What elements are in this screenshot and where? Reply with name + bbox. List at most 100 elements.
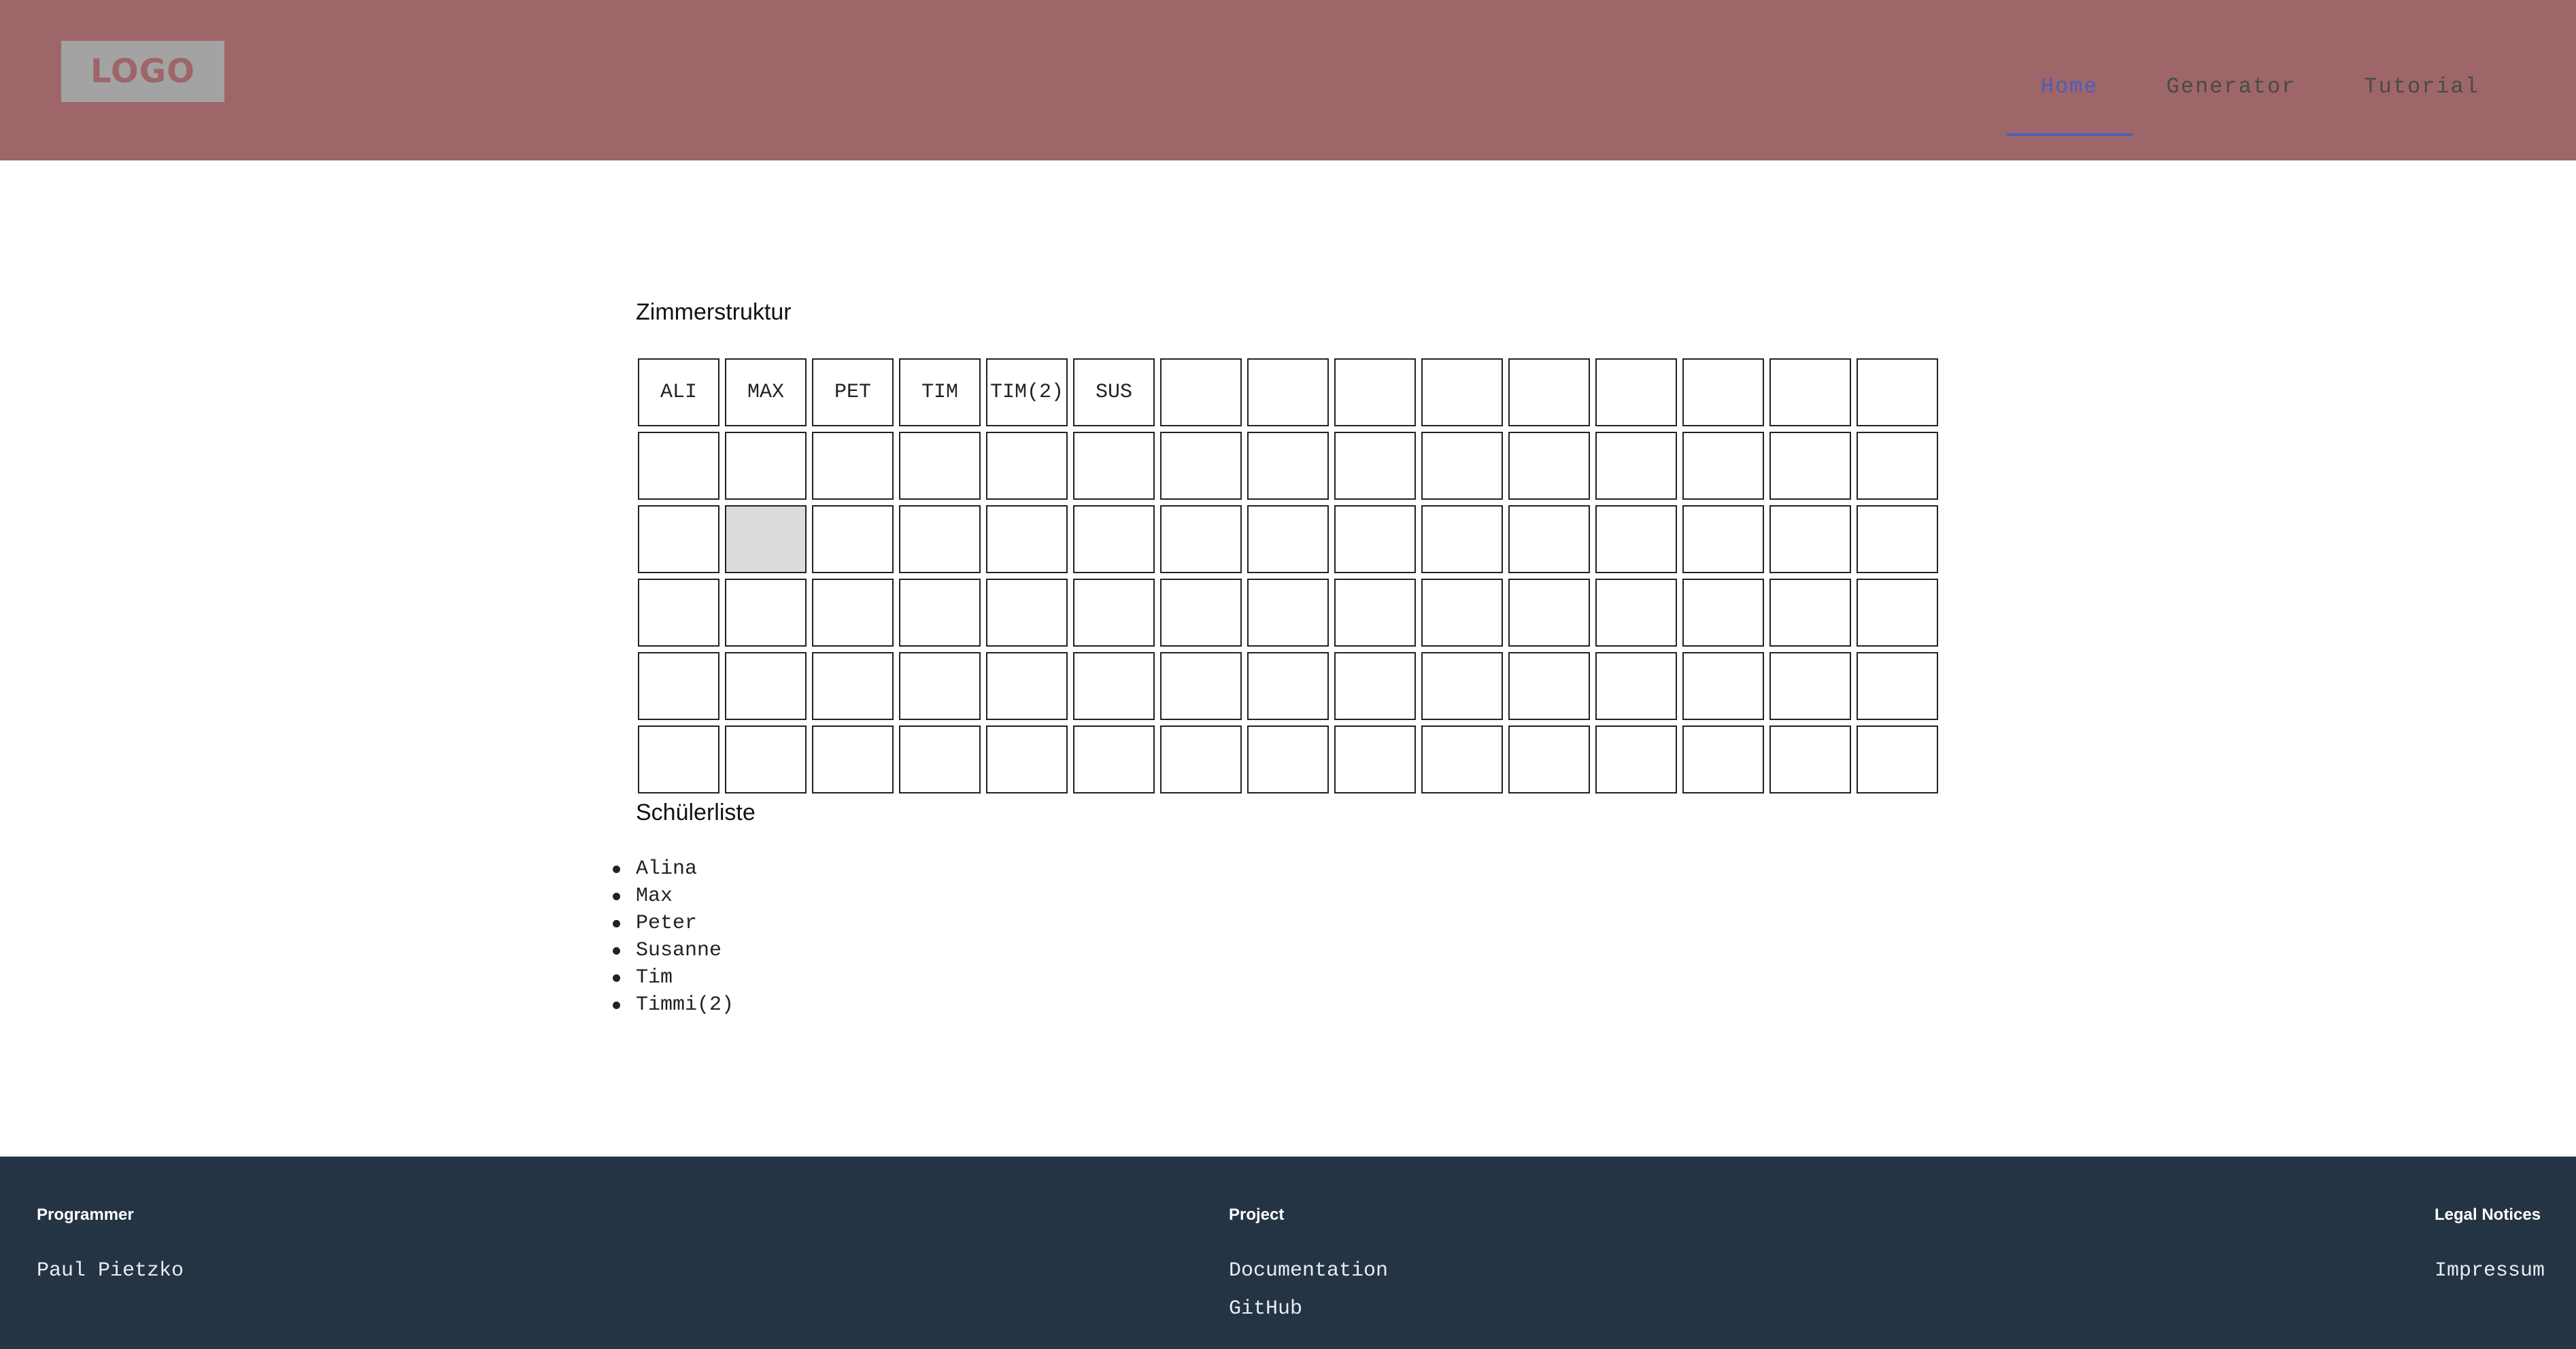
room-seat-cell[interactable] [1769,432,1851,500]
room-seat-cell[interactable]: MAX [725,358,807,426]
room-seat-cell[interactable] [1769,579,1851,647]
room-seat-cell[interactable] [1508,652,1590,720]
room-seat-cell[interactable] [899,432,981,500]
room-seat-cell[interactable] [1857,432,1938,500]
room-seat-cell[interactable] [1508,432,1590,500]
room-seat-cell[interactable] [1421,505,1503,573]
footer-programmer-name[interactable]: Paul Pietzko [37,1252,184,1290]
room-seat-cell[interactable] [1508,579,1590,647]
room-seat-cell[interactable] [1421,652,1503,720]
room-seat-cell[interactable] [1857,579,1938,647]
room-seat-cell[interactable] [1508,358,1590,426]
room-seat-cell[interactable] [1334,652,1416,720]
footer-link-documentation[interactable]: Documentation [1229,1252,1388,1290]
room-seat-cell[interactable] [1595,652,1677,720]
room-seat-cell[interactable] [1247,725,1329,793]
room-seat-cell[interactable] [986,432,1068,500]
room-seat-cell[interactable] [1247,358,1329,426]
room-seat-cell[interactable] [1682,725,1764,793]
room-seat-cell[interactable] [1595,725,1677,793]
room-seat-cell[interactable] [1160,358,1242,426]
room-seat-cell[interactable] [1073,725,1155,793]
room-seat-cell[interactable]: ALI [638,358,719,426]
room-seat-cell[interactable] [1595,505,1677,573]
nav-generator[interactable]: Generator [2133,37,2331,136]
room-seat-cell[interactable] [1160,505,1242,573]
room-seat-cell[interactable] [1769,358,1851,426]
room-seat-cell[interactable] [1769,725,1851,793]
room-seat-cell[interactable] [1682,579,1764,647]
room-seat-cell[interactable] [638,725,719,793]
room-seat-cell[interactable] [1073,579,1155,647]
room-seat-cell[interactable] [1160,432,1242,500]
room-seat-cell[interactable] [1160,725,1242,793]
room-structure-title: Zimmerstruktur [636,299,792,325]
room-grid: ALI MAX PET TIM TIM(2) SUS [638,358,1938,793]
room-seat-cell[interactable] [812,505,894,573]
room-seat-cell[interactable] [1508,725,1590,793]
room-seat-cell[interactable] [1247,579,1329,647]
room-seat-cell[interactable] [1421,725,1503,793]
room-seat-cell[interactable] [1073,432,1155,500]
room-seat-cell[interactable] [1160,652,1242,720]
room-seat-cell[interactable]: TIM [899,358,981,426]
room-seat-cell[interactable] [899,725,981,793]
room-seat-cell[interactable] [1247,505,1329,573]
room-seat-cell[interactable] [1334,579,1416,647]
room-seat-cell[interactable]: TIM(2) [986,358,1068,426]
room-seat-cell[interactable] [1073,652,1155,720]
room-seat-cell[interactable] [1334,432,1416,500]
room-seat-cell[interactable] [986,652,1068,720]
room-seat-cell[interactable] [1421,579,1503,647]
room-seat-cell[interactable] [1334,725,1416,793]
room-seat-cell[interactable] [725,432,807,500]
room-seat-cell[interactable] [1857,652,1938,720]
room-seat-cell[interactable] [812,725,894,793]
room-seat-cell[interactable] [1682,432,1764,500]
room-seat-cell[interactable] [1421,358,1503,426]
room-seat-cell[interactable] [1857,358,1938,426]
room-seat-cell[interactable] [986,725,1068,793]
room-seat-cell[interactable] [1769,505,1851,573]
room-seat-cell[interactable] [1421,432,1503,500]
room-seat-cell[interactable] [638,505,719,573]
room-seat-cell[interactable] [1682,652,1764,720]
room-seat-cell[interactable] [1247,652,1329,720]
room-seat-cell[interactable] [1769,652,1851,720]
room-seat-cell[interactable] [1334,358,1416,426]
room-seat-cell[interactable] [1682,505,1764,573]
room-seat-cell[interactable] [899,579,981,647]
room-seat-cell[interactable] [1595,432,1677,500]
room-seat-cell[interactable]: SUS [1073,358,1155,426]
room-seat-cell[interactable] [725,579,807,647]
room-seat-cell[interactable] [812,432,894,500]
room-seat-cell[interactable] [638,432,719,500]
logo[interactable]: LOGO [61,41,224,102]
room-seat-cell[interactable] [725,725,807,793]
room-seat-cell[interactable] [812,652,894,720]
room-seat-cell[interactable] [812,579,894,647]
room-seat-cell[interactable] [725,652,807,720]
nav-home[interactable]: Home [2006,37,2133,136]
room-seat-cell[interactable] [638,579,719,647]
room-seat-cell[interactable] [899,505,981,573]
footer-link-github[interactable]: GitHub [1229,1290,1388,1328]
room-seat-cell[interactable] [986,505,1068,573]
room-seat-cell[interactable] [1508,505,1590,573]
room-seat-cell[interactable] [638,652,719,720]
room-seat-cell[interactable]: PET [812,358,894,426]
room-seat-cell[interactable] [1160,579,1242,647]
room-seat-cell[interactable] [1247,432,1329,500]
room-seat-cell[interactable] [1334,505,1416,573]
room-seat-cell[interactable] [1857,505,1938,573]
room-seat-cell[interactable] [1073,505,1155,573]
room-seat-cell[interactable] [899,652,981,720]
room-seat-cell[interactable] [986,579,1068,647]
footer-link-impressum[interactable]: Impressum [2435,1252,2545,1290]
room-seat-cell[interactable] [725,505,807,573]
room-seat-cell[interactable] [1595,358,1677,426]
room-seat-cell[interactable] [1857,725,1938,793]
nav-tutorial[interactable]: Tutorial [2330,37,2513,136]
room-seat-cell[interactable] [1595,579,1677,647]
room-seat-cell[interactable] [1682,358,1764,426]
